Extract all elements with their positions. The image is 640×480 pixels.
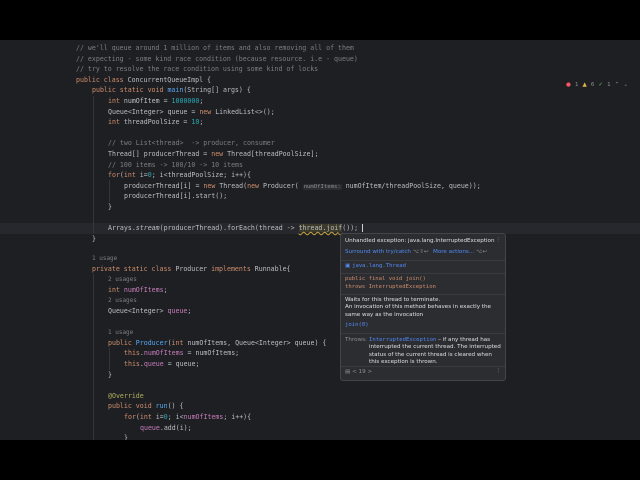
error-icon: ●	[566, 82, 571, 88]
code-line[interactable]: 2 usages	[108, 295, 137, 306]
indent-guide	[109, 180, 110, 202]
code-line[interactable]: public class ConcurrentQueueImpl {	[76, 75, 211, 86]
error-count: 1	[574, 82, 579, 88]
code-line[interactable]: // expecting - some kind race condition …	[76, 54, 358, 65]
quick-documentation-popup: Unhandled exception: java.lang.Interrupt…	[340, 233, 506, 381]
code-line[interactable]: public void run() {	[108, 401, 183, 412]
indent-guide	[109, 348, 110, 370]
warning-icon: ▲	[582, 82, 587, 88]
code-line[interactable]: // we'll queue around 1 million of items…	[76, 43, 354, 54]
code-line[interactable]: for(int i=0; i<numOfItems; i++){	[124, 412, 251, 423]
signature-line-2: throws InterruptedException	[345, 284, 436, 290]
code-line[interactable]: 1 usage	[108, 327, 133, 338]
code-editor[interactable]: // we'll queue around 1 million of items…	[0, 40, 640, 440]
method-description: Waits for this thread to terminate. An in…	[345, 297, 491, 318]
doc-footer[interactable]: ▤ < 19 >	[345, 369, 372, 375]
indent-guide	[93, 96, 94, 234]
code-line[interactable]: }	[108, 370, 112, 381]
code-line[interactable]: // try to resolve the race condition usi…	[76, 64, 318, 75]
popup-more-icon[interactable]: ⋮	[495, 368, 501, 374]
code-line[interactable]: Arrays.stream(producerThread).forEach(th…	[108, 223, 364, 234]
surround-try-catch-link[interactable]: Surround with try/catch ⌥⇧↩	[345, 249, 429, 255]
surround-try-catch-label: Surround with try/catch	[345, 249, 411, 255]
code-line[interactable]: this.queue = queue;	[124, 359, 199, 370]
code-line[interactable]: producerThread[i].start();	[124, 191, 227, 202]
code-line[interactable]: producerThread[i] = new Thread(new Produ…	[124, 181, 481, 192]
warning-count: 6	[590, 82, 595, 88]
method-signature: public final void join()	[345, 276, 426, 282]
more-actions-label: More actions...	[433, 249, 475, 255]
check-icon: ✓	[598, 82, 604, 88]
join-zero-link[interactable]: join(0)	[345, 322, 369, 328]
more-options-icon[interactable]: ⋮	[495, 237, 501, 243]
indent-guide	[93, 274, 94, 440]
inspection-indicators[interactable]: ● 1 ▲ 6 ✓ 1 ⌃ ⌄	[566, 82, 628, 88]
more-actions-link[interactable]: More actions... ⌥↩	[433, 249, 487, 255]
code-line[interactable]: int threadPoolSize = 10;	[108, 117, 203, 128]
code-line[interactable]: this.numOfItems = numOfItems;	[124, 348, 239, 359]
jdk-version-label: < 19 >	[352, 369, 373, 375]
jdk-icon: ▤	[345, 369, 351, 375]
code-line[interactable]: for(int i=0; i<threadPoolSize; i++){	[108, 170, 251, 181]
code-line[interactable]: }	[92, 234, 96, 245]
package-row[interactable]: ▣ java.lang.Thread	[345, 263, 406, 269]
chevron-up-icon[interactable]: ⌃	[615, 82, 620, 88]
surround-shortcut: ⌥⇧↩	[412, 249, 429, 255]
throws-exception-link[interactable]: InterruptedException	[369, 337, 436, 343]
code-line[interactable]: Thread[] producerThread = new Thread[thr…	[108, 149, 318, 160]
code-line[interactable]: private static class Producer implements…	[92, 264, 291, 275]
chevron-down-icon[interactable]: ⌄	[623, 82, 628, 88]
signature-line-1: public final void join()	[345, 276, 426, 282]
code-line[interactable]: // two List<thread> -> producer, consume…	[108, 138, 275, 149]
code-line[interactable]: Queue<Integer> queue;	[108, 306, 191, 317]
code-line[interactable]: public Producer(int numOfItems, Queue<In…	[108, 338, 326, 349]
code-line[interactable]: int numOfItems;	[108, 285, 168, 296]
class-icon: ▣	[345, 263, 351, 269]
code-line[interactable]: Queue<Integer> queue = new LinkedList<>(…	[108, 107, 275, 118]
code-line[interactable]: int numOfItem = 1000000;	[108, 96, 203, 107]
code-line[interactable]: }	[124, 433, 128, 440]
package-name[interactable]: java.lang.Thread	[352, 263, 406, 269]
ok-count: 1	[607, 82, 611, 88]
code-line[interactable]: 2 usages	[108, 274, 137, 285]
code-line[interactable]: 1 usage	[92, 253, 117, 264]
more-actions-shortcut: ⌥↩	[475, 249, 488, 255]
popup-error-title: Unhandled exception: java.lang.Interrupt…	[345, 238, 495, 244]
code-line[interactable]: queue.add(i);	[140, 423, 192, 434]
code-line[interactable]: }	[108, 202, 112, 213]
code-line[interactable]: @Override	[108, 391, 144, 402]
throws-description: InterruptedException – if any thread has…	[369, 337, 501, 367]
throws-label: Throws:	[345, 337, 367, 343]
code-line[interactable]: // 100 items -> 100/10 -> 10 items	[108, 160, 243, 171]
code-line[interactable]: public static void main(String[] args) {	[92, 85, 251, 96]
